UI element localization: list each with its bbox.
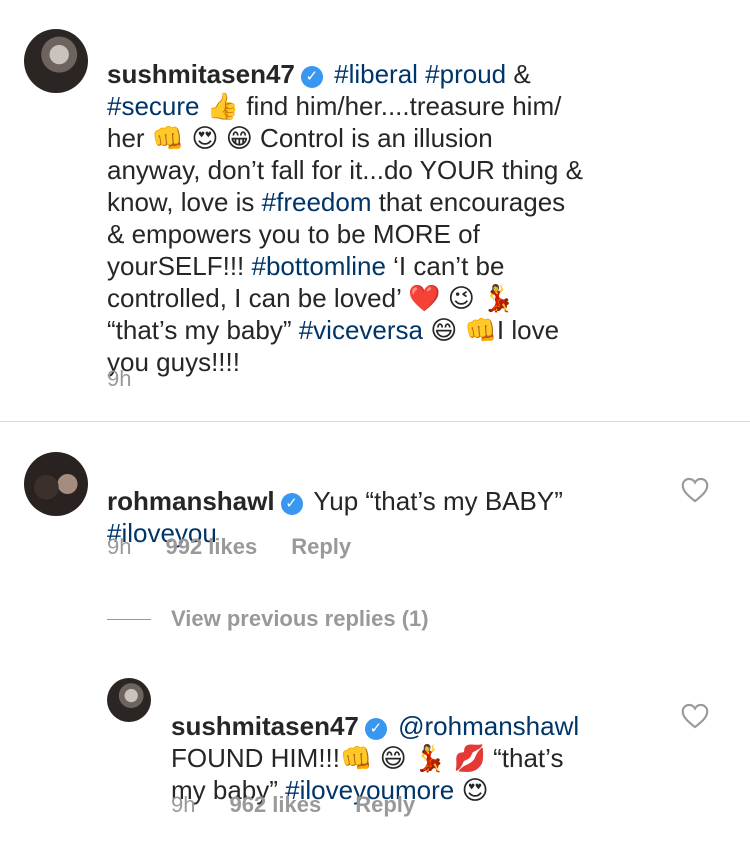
view-previous-replies[interactable]: View previous replies (1): [107, 606, 429, 632]
post-author-avatar[interactable]: [24, 29, 88, 93]
reply-reply-button[interactable]: Reply: [355, 792, 415, 818]
reply-timestamp: 9h: [171, 792, 196, 817]
post-caption: sushmitasen47 ✓ #liberal #proud & #secure…: [107, 26, 727, 378]
reply-meta: 9h 962 likes Reply: [171, 792, 415, 818]
view-previous-replies-label[interactable]: View previous replies (1): [171, 606, 429, 632]
verified-badge-icon: ✓: [364, 718, 387, 740]
hashtag-link[interactable]: #freedom: [262, 187, 372, 217]
hashtag-link[interactable]: #viceversa: [299, 315, 423, 345]
commenter-avatar[interactable]: [24, 452, 88, 516]
comment-reply-button[interactable]: Reply: [291, 534, 351, 560]
text-segment: 😍: [454, 775, 489, 805]
comment-timestamp: 9h: [107, 534, 132, 559]
hashtag-link[interactable]: #bottomline: [252, 251, 386, 281]
reply-body: sushmitasen47 ✓ @rohmanshawl FOUND HIM!!!…: [171, 678, 671, 806]
hashtag-link[interactable]: #liberal: [334, 59, 418, 89]
verified-badge-icon: ✓: [300, 66, 323, 88]
post-timestamp: 9h: [107, 366, 132, 391]
hashtag-link[interactable]: @rohmanshawl: [398, 711, 579, 741]
reply-author-username[interactable]: sushmitasen47: [171, 711, 359, 741]
commenter-username[interactable]: rohmanshawl: [107, 486, 275, 516]
like-heart-icon[interactable]: [681, 703, 709, 729]
text-segment: Yup “that’s my BABY”: [313, 486, 563, 516]
replies-divider-line: [107, 618, 151, 620]
like-heart-icon[interactable]: [681, 477, 709, 503]
post-caption-text: #liberal #proud & #secure 👍 find him/her…: [107, 59, 583, 377]
reply-author-avatar[interactable]: [107, 678, 151, 722]
section-divider: [0, 421, 750, 422]
text-segment: &: [513, 59, 531, 89]
hashtag-link[interactable]: #secure: [107, 91, 200, 121]
post-author-username[interactable]: sushmitasen47: [107, 59, 295, 89]
verified-badge-icon: ✓: [280, 493, 303, 515]
reply-likes[interactable]: 962 likes: [229, 792, 321, 818]
comment-likes[interactable]: 992 likes: [165, 534, 257, 560]
hashtag-link[interactable]: #proud: [425, 59, 506, 89]
comment-meta: 9h 992 likes Reply: [107, 534, 351, 560]
